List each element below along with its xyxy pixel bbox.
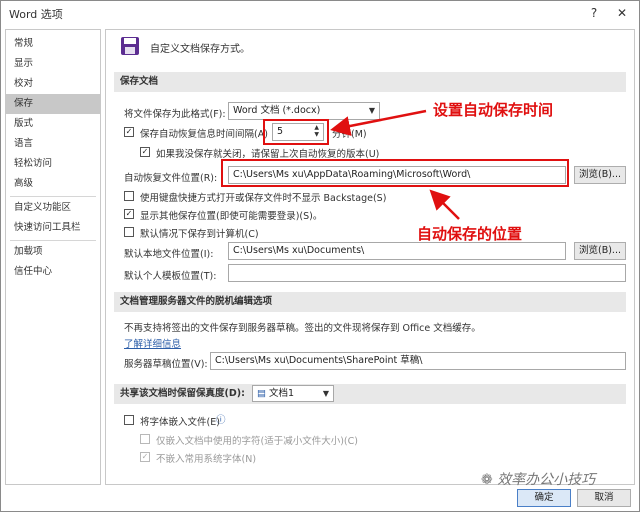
word-options-dialog: Word 选项 ? ✕ 常规 显示 校对 保存 版式 语言 轻松访问 高级 自定…	[0, 0, 640, 512]
annotation-arrows	[330, 109, 460, 220]
wechat-icon: ❁	[481, 472, 493, 488]
autosave-time-annotation: 设置自动保存时间	[433, 101, 554, 119]
watermark: ❁ 效率办公小技巧	[481, 469, 595, 489]
arrow-to-location	[429, 189, 460, 220]
cancel-button[interactable]: 取消	[577, 489, 631, 507]
autosave-location-annotation: 自动保存的位置	[417, 225, 523, 243]
ok-button[interactable]: 确定	[517, 489, 571, 507]
watermark-text: 效率办公小技巧	[497, 472, 596, 488]
arrow-to-time	[330, 109, 427, 136]
